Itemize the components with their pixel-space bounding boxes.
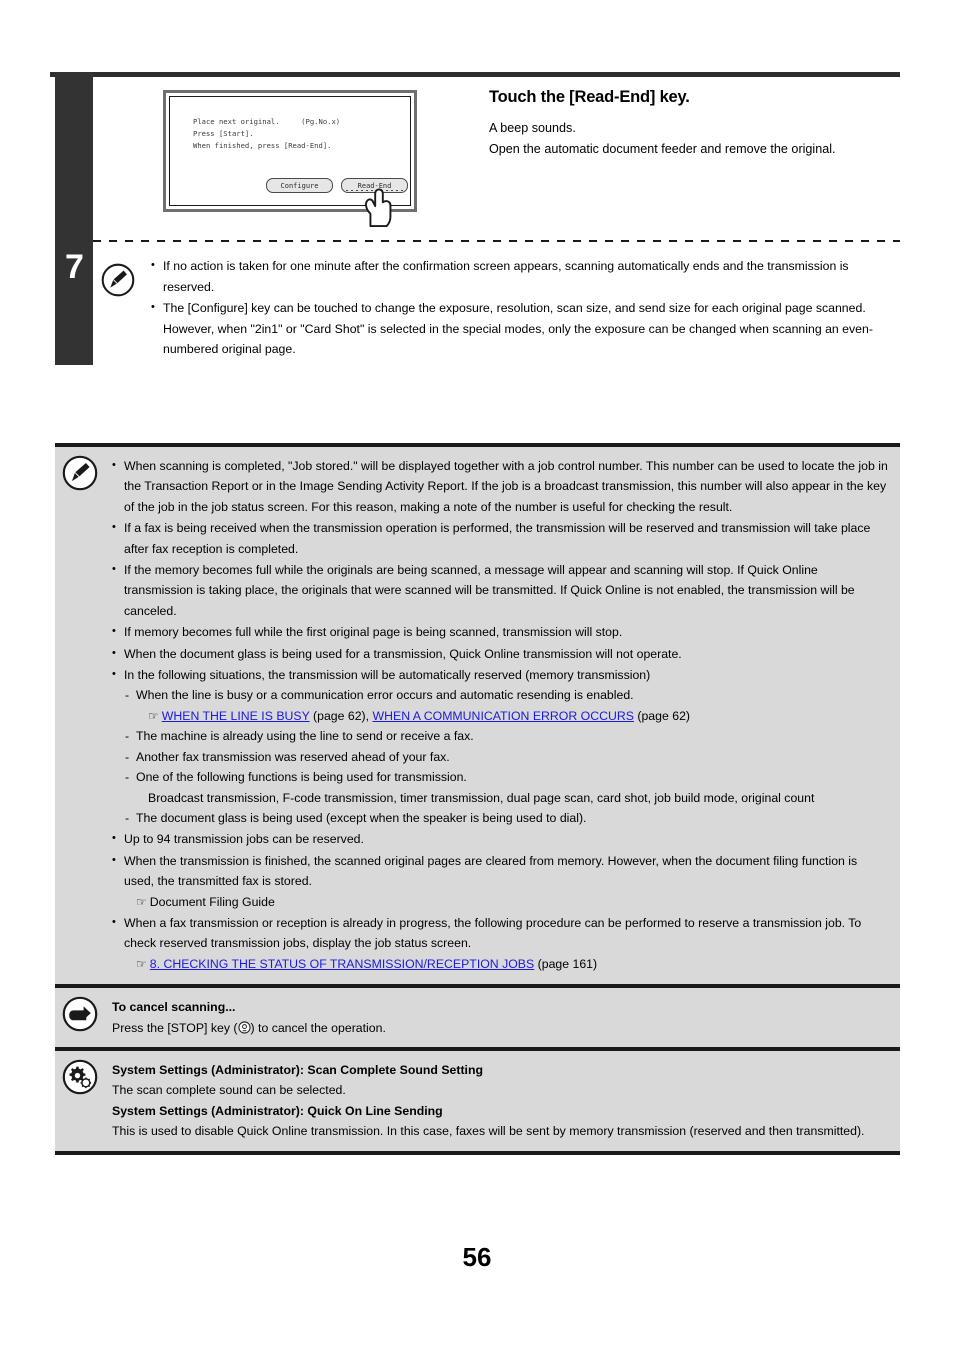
pointing-hand-icon: ☞ [148,708,159,723]
system-settings-title-2: System Settings (Administrator): Quick O… [112,1103,443,1118]
reference-links-row: ☞ WHEN THE LINE IS BUSY (page 62), WHEN A… [136,706,890,726]
configure-button[interactable]: Configure [266,178,333,193]
note-pencil-icon [62,455,98,491]
system-settings-body-2: This is used to disable Quick Online tra… [112,1124,865,1139]
link-checking-status-of-jobs[interactable]: 8. CHECKING THE STATUS OF TRANSMISSION/R… [150,957,534,971]
link-when-the-line-is-busy[interactable]: WHEN THE LINE IS BUSY [162,709,310,723]
list-item: If a fax is being received when the tran… [112,517,890,559]
list-item: When the document glass is being used fo… [112,643,890,664]
status-link-page-ref: (page 161) [537,956,598,971]
list-item: When the line is busy or a communication… [124,685,890,726]
step-heading: Touch the [Read-End] key. [489,88,690,106]
list-item: Up to 94 transmission jobs can be reserv… [112,828,890,849]
system-settings-title-1: System Settings (Administrator): Scan Co… [112,1062,483,1077]
cancel-back-arrow-icon [62,996,98,1032]
cancel-instruction-prefix: Press the [STOP] key ( [112,1020,238,1035]
cancel-scanning-section: To cancel scanning... Press the [STOP] k… [55,984,900,1047]
cancel-scanning-instruction: Press the [STOP] key ( ) to cancel the o… [112,1018,890,1038]
list-item: The document glass is being used (except… [124,808,890,829]
step-subtext-line-2: Open the automatic document feeder and r… [489,142,836,156]
list-item: If memory becomes full while the first o… [112,621,890,642]
step-number-sidebar: 7 [55,72,93,365]
document-filing-guide-row: ☞ Document Filing Guide [124,892,890,912]
list-item: When a fax transmission or reception is … [112,912,890,974]
document-filing-guide-label: Document Filing Guide [149,894,275,909]
list-item: Another fax transmission was reserved ah… [124,747,890,768]
pointing-hand-icon: ☞ [136,894,147,909]
list-item: The [Configure] key can be touched to ch… [151,297,896,360]
finished-note-text: When the transmission is finished, the s… [124,853,858,889]
system-settings-section: System Settings (Administrator): Scan Co… [55,1046,900,1151]
situations-intro: In the following situations, the transmi… [124,668,651,683]
list-item: If the memory becomes full while the ori… [112,559,890,621]
step-block: 7 Place next original. (Pg.No.x) Press [… [0,0,954,400]
cancel-scanning-title: To cancel scanning... [112,1000,236,1015]
stop-key-icon [237,1020,251,1034]
cancel-scanning-body: To cancel scanning... Press the [STOP] k… [112,997,890,1038]
situation-text: When the line is busy or a communication… [136,688,634,703]
link-when-a-communication-error-occurs[interactable]: WHEN A COMMUNICATION ERROR OCCURS [373,709,634,723]
list-item: One of the following functions is being … [124,767,890,808]
step-note-list: If no action is taken for one minute aft… [151,255,896,361]
pointing-hand-icon [365,188,392,228]
in-progress-note-text: When a fax transmission or reception is … [124,915,862,951]
gear-settings-icon [62,1059,98,1095]
lcd-message-line-3: When finished, press [Read-End]. [193,141,332,150]
status-reference-row: ☞ 8. CHECKING THE STATUS OF TRANSMISSION/… [124,954,890,974]
info-panel-bottom-rule [55,1151,900,1155]
situation-text: One of the following functions is being … [136,770,467,785]
list-item: When the transmission is finished, the s… [112,850,890,912]
info-notes-section: When scanning is completed, "Job stored.… [55,447,900,984]
lcd-message-line-1: Place next original. (Pg.No.x) [193,117,341,126]
step-subtext-line-1: A beep sounds. [489,121,576,135]
link1-page-ref: (page 62), [313,708,370,723]
top-rule [50,72,900,77]
note-pencil-icon [101,263,135,297]
list-item: If no action is taken for one minute aft… [151,255,896,297]
cancel-instruction-suffix: ) to cancel the operation. [250,1020,386,1035]
list-item-situations: In the following situations, the transmi… [112,664,890,829]
system-settings-body-1: The scan complete sound can be selected. [112,1083,346,1098]
dashed-divider [93,240,900,242]
functions-list: Broadcast transmission, F-code transmiss… [148,790,815,805]
step-subtext: A beep sounds. Open the automatic docume… [489,118,919,160]
pointing-hand-icon: ☞ [136,956,147,971]
lcd-message-line-2: Press [Start]. [193,129,254,138]
system-settings-body: System Settings (Administrator): Scan Co… [112,1060,890,1142]
list-item: The machine is already using the line to… [124,726,890,747]
step-number: 7 [65,248,84,286]
link2-page-ref: (page 62) [637,708,690,723]
lcd-screen-mockup: Place next original. (Pg.No.x) Press [St… [163,90,417,228]
info-panel: When scanning is completed, "Job stored.… [55,443,900,1151]
list-item: When scanning is completed, "Job stored.… [112,455,890,517]
page-number: 56 [462,1242,492,1272]
info-notes-body: When scanning is completed, "Job stored.… [112,455,890,974]
